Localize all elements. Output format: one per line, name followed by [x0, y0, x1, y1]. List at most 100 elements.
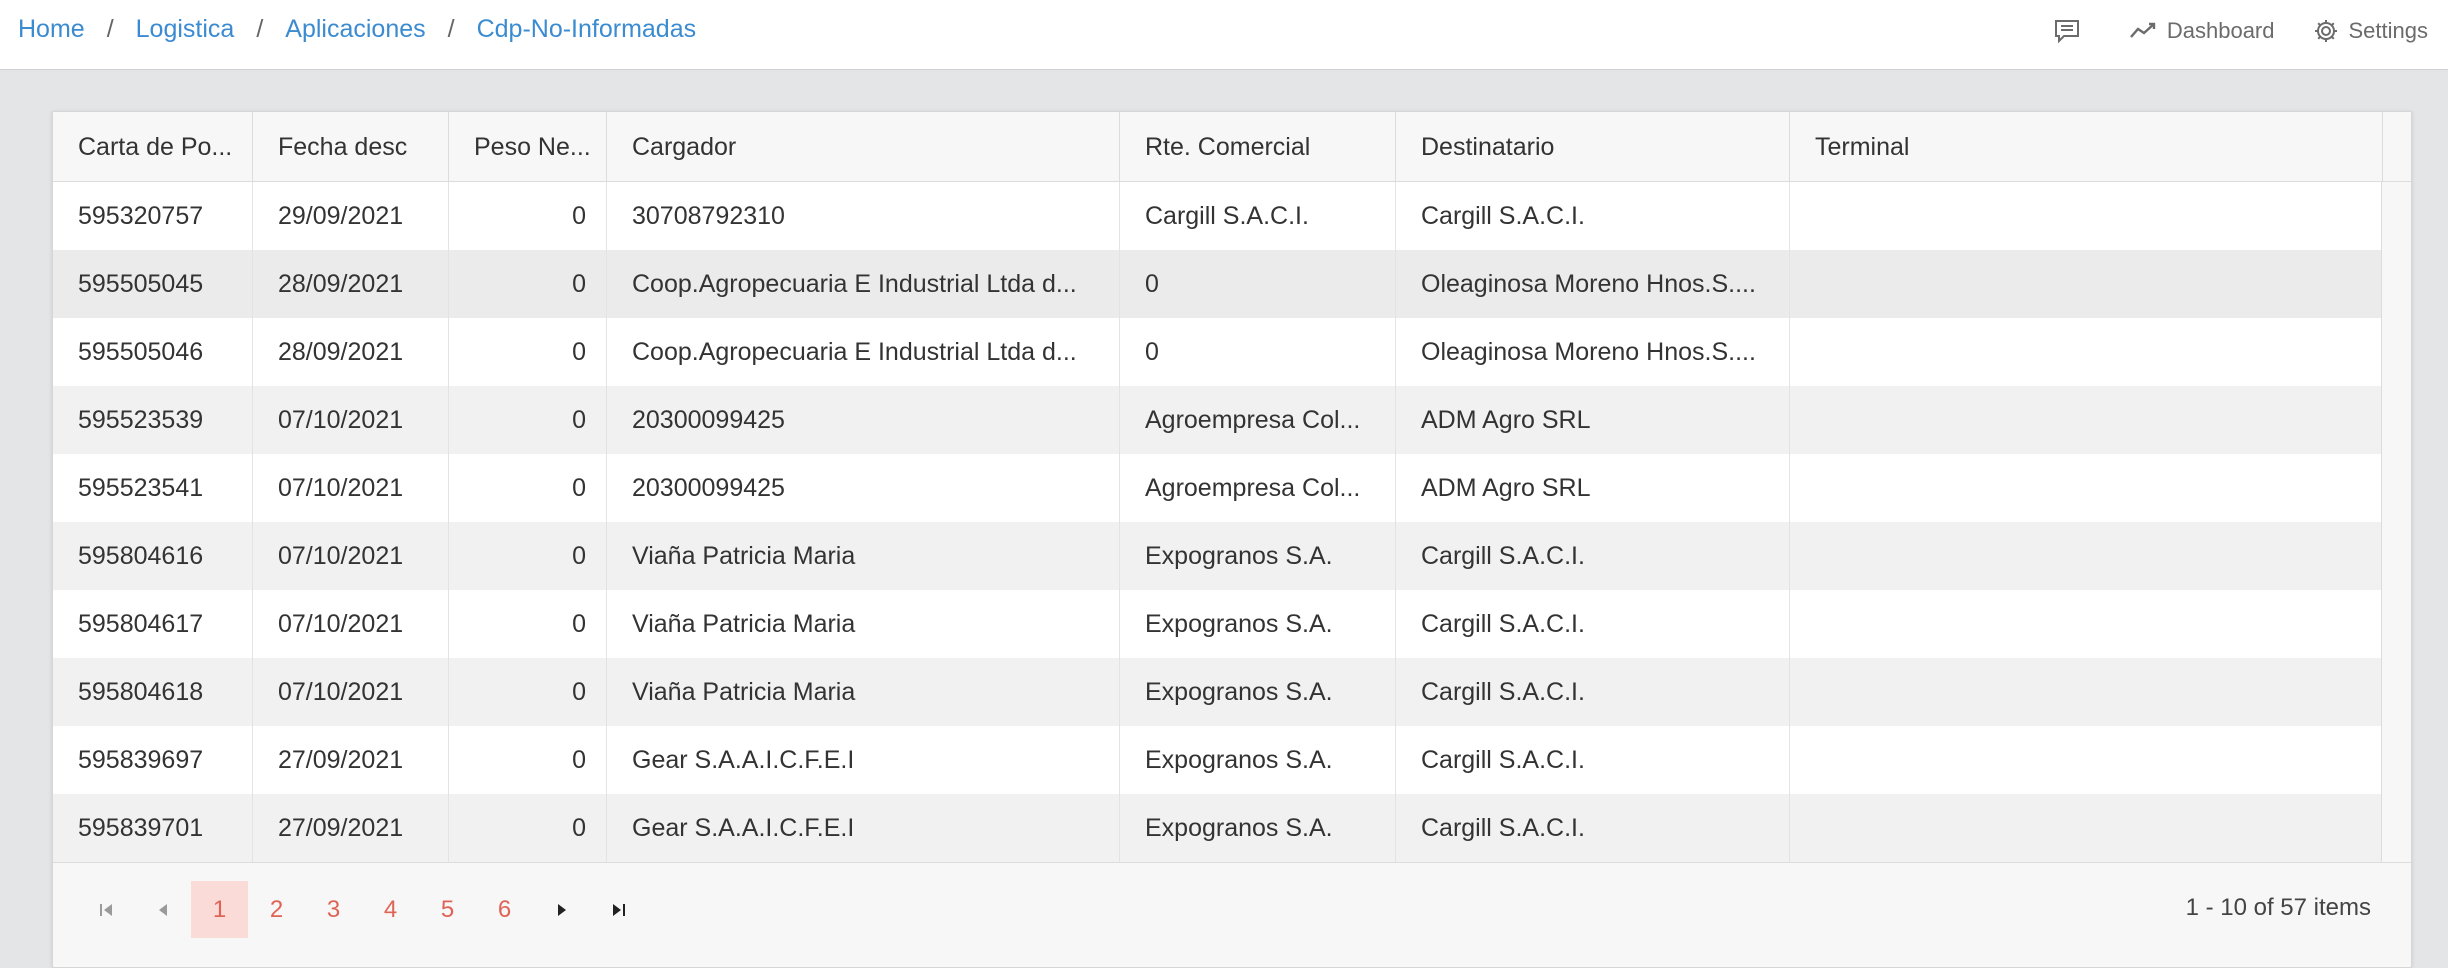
- cell-text: ADM Agro SRL: [1421, 473, 1591, 502]
- breadcrumb-separator: /: [256, 15, 264, 43]
- cell-peso-neto: 0: [449, 250, 607, 318]
- cell-text: Gear S.A.A.I.C.F.E.I: [632, 813, 855, 842]
- column-header-terminal[interactable]: Terminal: [1790, 112, 2383, 182]
- table-row[interactable]: 595839697 27/09/2021 0 Gear S.A.A.I.C.F.E.I…: [53, 726, 2411, 794]
- page-button-2[interactable]: 2: [248, 881, 305, 938]
- cell-terminal: [1790, 454, 2383, 522]
- page-button-4[interactable]: 4: [362, 881, 419, 938]
- cell-rte-comercial: Expogranos S.A.: [1120, 590, 1396, 658]
- settings-link[interactable]: Settings: [2313, 17, 2429, 44]
- dashboard-link[interactable]: Dashboard: [2129, 18, 2275, 44]
- table-row[interactable]: 595523539 07/10/2021 0 20300099425 Agroempre…: [53, 386, 2411, 454]
- cell-text: 595804616: [78, 541, 204, 570]
- cell-cargador: Viaña Patricia Maria: [607, 658, 1120, 726]
- cell-carta-de-porte: 595839701: [53, 794, 253, 862]
- cell-peso-neto: 0: [449, 726, 607, 794]
- cell-fecha-desc: 07/10/2021: [253, 454, 449, 522]
- settings-label: Settings: [2348, 17, 2429, 43]
- table-row[interactable]: 595839701 27/09/2021 0 Gear S.A.A.I.C.F.E.I…: [53, 794, 2411, 862]
- cell-cargador: Gear S.A.A.I.C.F.E.I: [607, 726, 1120, 794]
- column-header-fecha-desc[interactable]: Fecha desc: [253, 112, 449, 182]
- cell-carta-de-porte: 595523541: [53, 454, 253, 522]
- next-page-button[interactable]: [533, 881, 590, 938]
- cell-peso-neto: 0: [449, 590, 607, 658]
- cell-destinatario: Cargill S.A.C.I.: [1396, 658, 1790, 726]
- cell-text: 20300099425: [632, 473, 785, 502]
- breadcrumb-logistica[interactable]: Logistica: [136, 15, 235, 44]
- cell-fecha-desc: 07/10/2021: [253, 658, 449, 726]
- cell-peso-neto: 0: [449, 794, 607, 862]
- table-row[interactable]: 595320757 29/09/2021 0 30708792310 Cargill S…: [53, 182, 2411, 250]
- grid-header: Carta de Po... Fecha desc Peso Ne... Car…: [53, 112, 2411, 182]
- chat-button[interactable]: [2053, 18, 2091, 44]
- cell-text: Agroempresa Col...: [1145, 473, 1361, 502]
- table-row[interactable]: 595505045 28/09/2021 0 Coop.Agropecuaria E …: [53, 250, 2411, 318]
- cell-text: 595505045: [78, 269, 204, 298]
- cell-text: 07/10/2021: [278, 405, 404, 434]
- cell-carta-de-porte: 595320757: [53, 182, 253, 250]
- column-header-peso-neto[interactable]: Peso Ne...: [449, 112, 607, 182]
- page-button-1[interactable]: 1: [191, 881, 248, 938]
- page-button-6[interactable]: 6: [476, 881, 533, 938]
- cell-text: Coop.Agropecuaria E Industrial Ltda d...: [632, 269, 1077, 298]
- previous-page-icon: [158, 903, 167, 916]
- last-page-button[interactable]: [590, 881, 647, 938]
- breadcrumb-aplicaciones[interactable]: Aplicaciones: [285, 15, 425, 44]
- cell-peso-neto: 0: [449, 522, 607, 590]
- cell-destinatario: Cargill S.A.C.I.: [1396, 182, 1790, 250]
- cell-text: 07/10/2021: [278, 541, 404, 570]
- column-header-rte-comercial[interactable]: Rte. Comercial: [1120, 112, 1396, 182]
- cell-peso-neto: 0: [449, 318, 607, 386]
- cell-text: Cargill S.A.C.I.: [1421, 609, 1585, 638]
- cell-text: 595804618: [78, 677, 204, 706]
- column-header-carta-de-porte[interactable]: Carta de Po...: [53, 112, 253, 182]
- breadcrumb-home[interactable]: Home: [18, 15, 85, 44]
- cell-terminal: [1790, 726, 2383, 794]
- cell-cargador: Gear S.A.A.I.C.F.E.I: [607, 794, 1120, 862]
- breadcrumb-current[interactable]: Cdp-No-Informadas: [477, 15, 697, 44]
- cell-rte-comercial: Expogranos S.A.: [1120, 794, 1396, 862]
- pager-controls: 1 2 3 4 5 6: [53, 863, 647, 938]
- vertical-scrollbar[interactable]: [2381, 182, 2411, 862]
- cell-text: 07/10/2021: [278, 609, 404, 638]
- cell-text: 20300099425: [632, 405, 785, 434]
- column-header-destinatario[interactable]: Destinatario: [1396, 112, 1790, 182]
- cell-rte-comercial: Expogranos S.A.: [1120, 726, 1396, 794]
- top-bar: Home / Logistica / Aplicaciones / Cdp-No…: [0, 0, 2448, 70]
- cell-fecha-desc: 27/09/2021: [253, 726, 449, 794]
- cell-text: Expogranos S.A.: [1145, 677, 1333, 706]
- cell-text: Cargill S.A.C.I.: [1421, 813, 1585, 842]
- first-page-button[interactable]: [77, 881, 134, 938]
- cell-text: 0: [1145, 337, 1159, 366]
- cell-text: Viaña Patricia Maria: [632, 677, 856, 706]
- cell-text: 0: [572, 541, 586, 570]
- previous-page-button[interactable]: [134, 881, 191, 938]
- top-nav: Dashboard Settings: [2015, 1, 2448, 61]
- page-button-5[interactable]: 5: [419, 881, 476, 938]
- column-header-cargador[interactable]: Cargador: [607, 112, 1120, 182]
- table-row[interactable]: 595804617 07/10/2021 0 Viaña Patricia Maria…: [53, 590, 2411, 658]
- cell-terminal: [1790, 386, 2383, 454]
- cell-text: Coop.Agropecuaria E Industrial Ltda d...: [632, 337, 1077, 366]
- cell-cargador: 20300099425: [607, 386, 1120, 454]
- table-row[interactable]: 595804616 07/10/2021 0 Viaña Patricia Maria…: [53, 522, 2411, 590]
- table-row[interactable]: 595505046 28/09/2021 0 Coop.Agropecuaria E …: [53, 318, 2411, 386]
- cell-text: 0: [572, 337, 586, 366]
- cell-cargador: Viaña Patricia Maria: [607, 522, 1120, 590]
- table-row[interactable]: 595523541 07/10/2021 0 20300099425 Agroempre…: [53, 454, 2411, 522]
- breadcrumb-separator: /: [106, 15, 114, 43]
- page-button-3[interactable]: 3: [305, 881, 362, 938]
- cell-text: 595320757: [78, 201, 204, 230]
- pager: 1 2 3 4 5 6 1 - 10 of 57 items: [53, 862, 2411, 967]
- cell-carta-de-porte: 595804616: [53, 522, 253, 590]
- cell-text: 07/10/2021: [278, 473, 404, 502]
- cell-rte-comercial: 0: [1120, 318, 1396, 386]
- cell-text: 595523541: [78, 473, 204, 502]
- cell-text: 595804617: [78, 609, 204, 638]
- cell-fecha-desc: 28/09/2021: [253, 318, 449, 386]
- cell-text: 28/09/2021: [278, 269, 404, 298]
- cell-text: Viaña Patricia Maria: [632, 609, 856, 638]
- cell-destinatario: Oleaginosa Moreno Hnos.S....: [1396, 318, 1790, 386]
- cell-fecha-desc: 28/09/2021: [253, 250, 449, 318]
- table-row[interactable]: 595804618 07/10/2021 0 Viaña Patricia Maria…: [53, 658, 2411, 726]
